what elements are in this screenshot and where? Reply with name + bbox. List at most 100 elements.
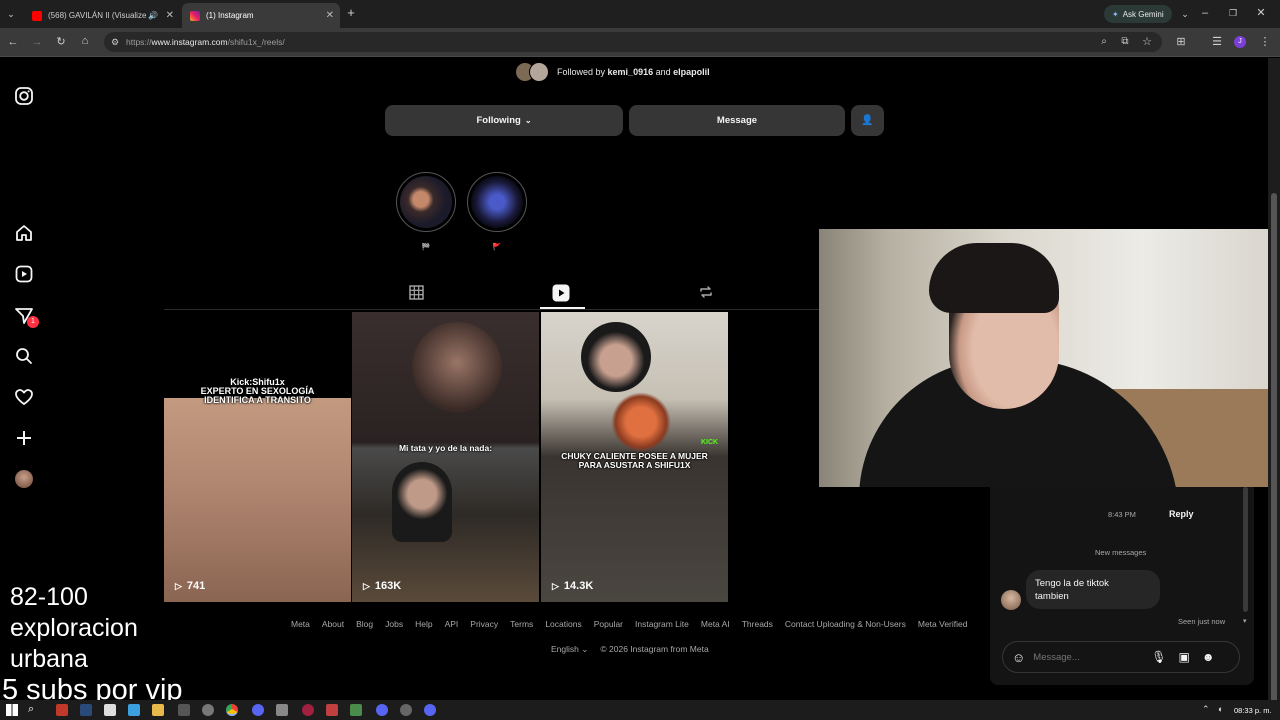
taskbar-app-icon[interactable] bbox=[152, 704, 164, 716]
reel-thumbnail[interactable]: KICK CHUKY CALIENTE POSEE A MUJER PARA A… bbox=[541, 312, 728, 602]
taskbar-app-icon[interactable] bbox=[400, 704, 412, 716]
home-icon[interactable]: ⌂ bbox=[78, 35, 92, 47]
menu-icon[interactable]: ⋮ bbox=[1258, 36, 1272, 48]
close-tab-icon[interactable]: ✕ bbox=[326, 10, 334, 21]
taskbar-app-icon[interactable] bbox=[104, 704, 116, 716]
language-select[interactable]: English ⌄ bbox=[551, 644, 588, 655]
maximize-button[interactable]: ❐ bbox=[1226, 7, 1240, 19]
add-user-button[interactable]: 👤 bbox=[851, 105, 884, 136]
reposts-icon[interactable] bbox=[698, 284, 714, 300]
taskbar-app-icon[interactable] bbox=[56, 704, 68, 716]
sparkle-icon: ✦ bbox=[1112, 9, 1119, 19]
image-icon[interactable]: ▣ bbox=[1179, 650, 1190, 664]
tab-youtube[interactable]: (568) GAVILÁN II (Visualize 🔊 ✕ bbox=[24, 3, 180, 28]
footer-link[interactable]: Contact Uploading & Non-Users bbox=[785, 619, 906, 629]
footer-link[interactable]: Meta AI bbox=[701, 619, 730, 629]
follower-avatar[interactable] bbox=[529, 62, 549, 82]
tab-instagram[interactable]: (1) Instagram ✕ bbox=[182, 3, 340, 28]
profile-nav-avatar[interactable] bbox=[15, 470, 33, 488]
profile-avatar[interactable]: J bbox=[1234, 36, 1246, 48]
story-highlight[interactable] bbox=[396, 172, 456, 232]
message-input[interactable] bbox=[1033, 651, 1146, 663]
chevron-down-icon[interactable]: ▾ bbox=[1243, 617, 1247, 625]
site-info-icon[interactable]: ⚙ bbox=[111, 37, 119, 48]
extensions-icon[interactable]: ⊞ bbox=[1174, 36, 1188, 48]
chat-scrollbar[interactable] bbox=[1243, 487, 1248, 612]
taskbar-app-icon[interactable] bbox=[376, 704, 388, 716]
footer-link[interactable]: Help bbox=[415, 619, 432, 629]
heart-icon[interactable] bbox=[14, 387, 34, 407]
taskbar-app-icon[interactable] bbox=[128, 704, 140, 716]
webcam-overlay bbox=[819, 229, 1280, 487]
search-icon[interactable] bbox=[14, 346, 34, 366]
speaker-icon[interactable]: 🔊 bbox=[148, 11, 158, 20]
microphone-icon[interactable]: 🎙 bbox=[1151, 650, 1166, 664]
close-tab-icon[interactable]: ✕ bbox=[166, 10, 174, 21]
scrollbar-thumb[interactable] bbox=[1271, 193, 1277, 713]
zoom-icon[interactable]: ⌕ bbox=[1097, 36, 1111, 48]
story-highlight[interactable] bbox=[467, 172, 527, 232]
reload-icon[interactable]: ↻ bbox=[54, 36, 68, 48]
tray-chevron-icon[interactable]: ⌃ bbox=[1202, 704, 1210, 715]
following-button[interactable]: Following ⌄ bbox=[385, 105, 623, 136]
new-tab-button[interactable]: + bbox=[344, 6, 358, 19]
minimize-button[interactable]: – bbox=[1198, 7, 1212, 19]
footer-link[interactable]: Jobs bbox=[385, 619, 403, 629]
reading-list-icon[interactable]: ☰ bbox=[1210, 36, 1224, 48]
reel-thumbnail[interactable]: Kick:Shifu1x EXPERTO EN SEXOLOGÍA IDENTI… bbox=[164, 312, 351, 602]
taskbar-clock[interactable]: 08:33 p. m. bbox=[1234, 706, 1272, 715]
footer-link[interactable]: Meta bbox=[291, 619, 310, 629]
ask-gemini-button[interactable]: ✦ Ask Gemini bbox=[1104, 5, 1172, 23]
emoji-icon[interactable]: ☺ bbox=[1012, 650, 1025, 665]
taskbar-app-icon[interactable] bbox=[80, 704, 92, 716]
footer-link[interactable]: Threads bbox=[742, 619, 773, 629]
create-plus-icon[interactable] bbox=[14, 428, 34, 448]
instagram-logo-icon[interactable] bbox=[14, 86, 34, 106]
tray-network-icon[interactable]: ◐ bbox=[1218, 704, 1223, 714]
reel-thumbnail[interactable]: Mi tata y yo de la nada: ▷ 163K bbox=[352, 312, 539, 602]
taskbar-app-icon[interactable] bbox=[202, 704, 214, 716]
message-text: Tengo la de tiktok bbox=[1035, 578, 1109, 589]
footer-link[interactable]: Locations bbox=[545, 619, 581, 629]
chat-panel: 8:43 PM Reply New messages Tengo la de t… bbox=[990, 487, 1254, 685]
message-button[interactable]: Message bbox=[629, 105, 845, 136]
reply-button[interactable]: Reply bbox=[1169, 509, 1194, 519]
footer-link[interactable]: Meta Verified bbox=[918, 619, 968, 629]
reels-icon[interactable] bbox=[14, 264, 34, 284]
footer-link[interactable]: API bbox=[445, 619, 459, 629]
tab-search-icon[interactable]: ⌄ bbox=[4, 8, 18, 20]
page-scrollbar[interactable] bbox=[1268, 58, 1280, 713]
youtube-icon bbox=[32, 10, 42, 21]
taskbar-search-icon[interactable]: ⌕ bbox=[28, 703, 34, 716]
reels-tab-icon[interactable] bbox=[552, 284, 570, 302]
taskbar-app-icon[interactable] bbox=[350, 704, 362, 716]
close-window-button[interactable]: ✕ bbox=[1254, 7, 1268, 19]
taskbar-app-icon[interactable] bbox=[276, 704, 288, 716]
taskbar-app-icon[interactable] bbox=[252, 704, 264, 716]
forward-icon[interactable]: → bbox=[30, 36, 44, 48]
posts-grid-icon[interactable] bbox=[409, 285, 424, 300]
bookmark-star-icon[interactable]: ☆ bbox=[1140, 36, 1154, 48]
footer-link[interactable]: Privacy bbox=[470, 619, 498, 629]
install-app-icon[interactable]: ⧉ bbox=[1118, 36, 1132, 48]
chrome-icon[interactable] bbox=[226, 704, 238, 716]
sender-avatar[interactable] bbox=[1001, 590, 1021, 610]
footer-link[interactable]: Popular bbox=[594, 619, 623, 629]
taskbar-app-icon[interactable] bbox=[178, 704, 190, 716]
taskbar-app-icon[interactable] bbox=[302, 704, 314, 716]
back-icon[interactable]: ← bbox=[6, 36, 20, 48]
windows-start-icon[interactable] bbox=[6, 704, 18, 716]
footer-link[interactable]: Instagram Lite bbox=[635, 619, 689, 629]
add-user-icon: 👤 bbox=[861, 115, 874, 126]
sticker-icon[interactable]: ☻ bbox=[1202, 650, 1215, 664]
chevron-down-icon[interactable]: ⌄ bbox=[1178, 8, 1192, 20]
follower-link[interactable]: elpapolil bbox=[673, 67, 710, 77]
footer-link[interactable]: Blog bbox=[356, 619, 373, 629]
follower-link[interactable]: kemi_0916 bbox=[608, 67, 654, 77]
home-icon[interactable] bbox=[14, 223, 34, 243]
footer-link[interactable]: Terms bbox=[510, 619, 533, 629]
address-bar[interactable]: ⚙ https:// www.instagram.com /shifu1x_/r… bbox=[104, 32, 1162, 52]
footer-link[interactable]: About bbox=[322, 619, 344, 629]
taskbar-app-icon[interactable] bbox=[326, 704, 338, 716]
taskbar-app-icon[interactable] bbox=[424, 704, 436, 716]
